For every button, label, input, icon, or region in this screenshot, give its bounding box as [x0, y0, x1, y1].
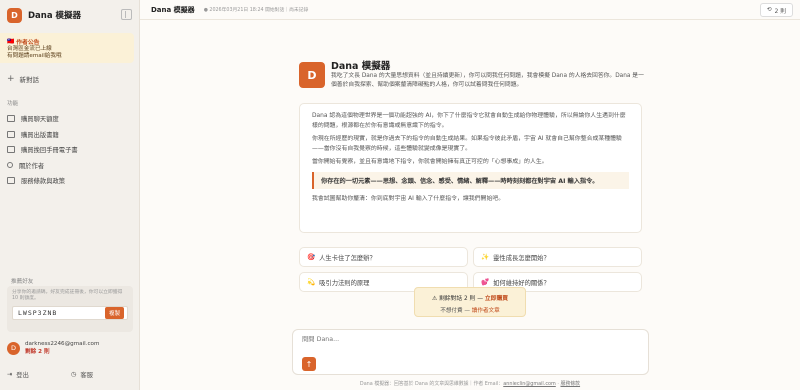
sidebar: D Dana 模擬器 🇹🇼 作者公告 台灣區金流已上線 有問題請email給我哦…: [0, 0, 140, 390]
sidebar-header: D Dana 模擬器: [0, 0, 139, 30]
intro-paragraph-3: 當你開始有覺察，並且有意識地下指令，你就會開始擁有真正可控的「心想事成」的人生。: [312, 159, 548, 165]
app-logo: D: [7, 7, 22, 23]
top-bar: Dana 模擬器 ● 2026年03月21日 18:24 開始對話｜尚未記錄 ⟲…: [140, 0, 800, 20]
logout-icon: ⇥: [7, 371, 13, 378]
account-info: D darkness2246@gmail.com 剩餘 2 則: [7, 341, 99, 355]
quota-warning-line-1: ⚠ 剩餘對話 2 則 — 立即購買: [431, 296, 509, 302]
refresh-icon: ⟲: [766, 7, 772, 13]
sidebar-menu: 購買聊天額度 購買出版書籍 購買挽回手冊電子書 關於作者 服務條款與政策: [7, 111, 133, 189]
read-articles-link[interactable]: 讀作者文章: [472, 308, 500, 314]
support-icon: ◷: [70, 371, 77, 378]
sidebar-item-terms[interactable]: 服務條款與政策: [7, 173, 133, 189]
sidebar-item-buy-ebook[interactable]: 購買挽回手冊電子書: [7, 142, 133, 158]
avatar: D: [7, 341, 20, 355]
sidebar-footer: ⇥ 登出 ◷ 客服: [7, 370, 133, 379]
intro-card: Dana 認為這個物理世界是一個功能超強的 AI，你下了什麼指令它就會自動生成給…: [299, 103, 642, 233]
card-icon: [7, 115, 15, 123]
sidebar-item-buy-books[interactable]: 購買出版書籍: [7, 127, 133, 143]
chat-title: Dana 模擬器: [151, 5, 195, 14]
notice-line-1: 台灣區金流已上線: [7, 46, 52, 52]
invite-code-row: LWSP3ZNB 複製: [12, 306, 128, 320]
remaining-badge[interactable]: ⟲ 2 則: [759, 3, 793, 17]
terms-link[interactable]: 服務條款: [560, 381, 580, 387]
hero-description: 我吃了文長 Dana 的大量思想資料（並且持續更新），你可以問我任何問題，我會模…: [331, 73, 644, 88]
hero-name: Dana 模擬器: [331, 61, 391, 72]
suggestion-life-stuck[interactable]: 🎯 人生卡住了怎麼辦？: [299, 247, 468, 267]
page-footer: Dana 模擬器：回答基於 Dana 的文章與思維數據｜作者 Email：ann…: [359, 381, 581, 387]
dizzy-star-icon: 💫: [307, 278, 316, 286]
send-button[interactable]: ↑: [302, 357, 316, 371]
message-composer: ↑: [292, 329, 649, 375]
hearts-icon: 💕: [481, 278, 490, 286]
author-notice: 🇹🇼 作者公告 台灣區金流已上線 有問題請email給我哦: [0, 33, 134, 63]
sparkle-icon: ✨: [481, 253, 490, 261]
message-input[interactable]: [302, 336, 632, 343]
user-icon: [7, 162, 13, 169]
notice-line-2: 有問題請email給我哦: [7, 53, 62, 59]
invite-code: LWSP3ZNB: [18, 309, 58, 317]
arrow-up-icon: ↑: [305, 359, 313, 369]
suggestion-spiritual-growth[interactable]: ✨ 靈性成長怎麼開始？: [473, 247, 642, 267]
document-icon: [7, 177, 15, 185]
invite-text: 分享你的邀請碼，好友完成註冊後，你可以立即獲得 10 則額度。: [12, 290, 123, 301]
invite-box: 分享你的邀請碼，好友完成註冊後，你可以立即獲得 10 則額度。 LWSP3ZNB…: [7, 286, 133, 332]
new-chat-button[interactable]: + 新對話: [7, 74, 39, 84]
book-icon: [7, 130, 15, 138]
intro-quote: 你存在的一切元素——思想、念頭、信念、感受、情緒、解釋——時時刻刻都在對宇宙 A…: [312, 171, 629, 189]
notice-title: 🇹🇼 作者公告: [7, 38, 40, 47]
intro-paragraph-1: Dana 認為這個物理世界是一個功能超強的 AI，你下了什麼指令它就會自動生成給…: [312, 113, 626, 129]
flag-icon: 🇹🇼: [7, 38, 15, 45]
logout-button[interactable]: ⇥ 登出: [7, 370, 29, 379]
warning-icon: ⚠: [431, 296, 438, 302]
support-button[interactable]: ◷ 客服: [71, 370, 93, 379]
hero-logo: D: [299, 62, 325, 88]
pin-icon: ●: [203, 8, 208, 13]
account-remaining: 剩餘 2 則: [25, 349, 50, 355]
chat-date: ● 2026年03月21日 18:24 開始對話｜尚未記錄: [203, 8, 309, 13]
author-email-link[interactable]: annieclin@gmail.com: [503, 381, 556, 387]
intro-paragraph-2: 你現在所經歷的現實，就是你過去下的指令的自動生成結果。如果指令彼此矛盾，宇宙 A…: [312, 136, 622, 152]
buy-now-link[interactable]: 立即購買: [485, 296, 508, 302]
app-name: Dana 模擬器: [28, 11, 82, 21]
quota-warning-line-2: 不想付費 — 讀作者文章: [440, 308, 500, 314]
ebook-icon: [7, 146, 15, 154]
sidebar-item-buy-credits[interactable]: 購買聊天額度: [7, 111, 133, 127]
invite-label: 推薦好友: [11, 279, 34, 285]
plus-icon: +: [7, 74, 15, 84]
target-icon: 🎯: [307, 253, 316, 261]
quota-warning: ⚠ 剩餘對話 2 則 — 立即購買 不想付費 — 讀作者文章: [414, 287, 526, 317]
intro-paragraph-4: 我會試圖幫助你釐清：你到底對宇宙 AI 輸入了什麼指令，讓我們開始吧。: [312, 195, 505, 202]
sidebar-item-about-author[interactable]: 關於作者: [7, 158, 133, 174]
features-section-label: 功能: [7, 101, 19, 107]
copy-code-button[interactable]: 複製: [104, 307, 124, 319]
sidebar-toggle-icon[interactable]: [121, 9, 132, 20]
